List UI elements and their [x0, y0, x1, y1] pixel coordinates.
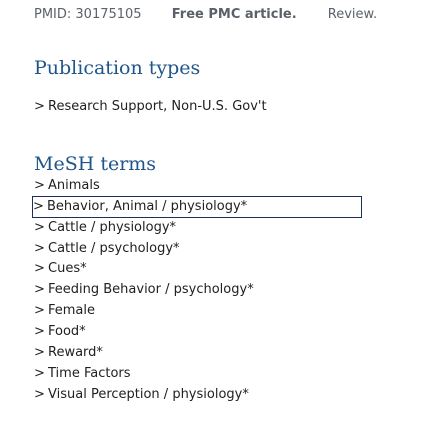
publication-types-heading: Publication types — [34, 57, 201, 79]
chevron-right-icon: > — [34, 99, 45, 114]
mesh-term-label: Female — [48, 303, 96, 318]
mesh-terms-heading: MeSH terms — [34, 153, 157, 175]
mesh-term-item[interactable]: > Female — [34, 301, 95, 321]
mesh-term-item[interactable]: > Reward* — [34, 343, 103, 363]
chevron-right-icon: > — [34, 387, 45, 402]
chevron-right-icon: > — [34, 241, 45, 256]
mesh-term-label: Behavior, Animal / physiology* — [47, 199, 248, 214]
publication-type-label: Research Support, Non-U.S. Gov't — [48, 99, 267, 114]
mesh-term-label: Feeding Behavior / psychology* — [48, 282, 254, 297]
chevron-right-icon: > — [34, 303, 45, 318]
chevron-right-icon: > — [34, 282, 45, 297]
chevron-right-icon: > — [34, 345, 45, 360]
mesh-term-item[interactable]: > Cattle / physiology* — [34, 218, 176, 238]
free-pmc-article-badge[interactable]: Free PMC article. — [172, 7, 297, 22]
chevron-right-icon: > — [34, 178, 45, 193]
mesh-term-label: Visual Perception / physiology* — [48, 387, 249, 402]
mesh-term-label: Cattle / psychology* — [48, 241, 180, 256]
mesh-term-label: Animals — [48, 178, 100, 193]
mesh-term-item[interactable]: > Cattle / psychology* — [34, 239, 180, 259]
chevron-right-icon: > — [34, 324, 45, 339]
chevron-right-icon: > — [34, 261, 45, 276]
mesh-term-item-focused[interactable]: > Behavior, Animal / physiology* — [32, 196, 362, 218]
mesh-term-label: Reward* — [48, 345, 103, 360]
chevron-right-icon: > — [34, 366, 45, 381]
mesh-term-item[interactable]: > Visual Perception / physiology* — [34, 385, 249, 405]
publication-type-item[interactable]: > Research Support, Non-U.S. Gov't — [34, 97, 267, 117]
chevron-right-icon: > — [34, 220, 45, 235]
mesh-term-item[interactable]: > Food* — [34, 322, 86, 342]
mesh-term-item[interactable]: > Feeding Behavior / psychology* — [34, 280, 254, 300]
mesh-term-label: Food* — [48, 324, 86, 339]
mesh-term-label: Cattle / physiology* — [48, 220, 177, 235]
mesh-term-label: Cues* — [48, 261, 87, 276]
pmid-label: PMID: 30175105 — [34, 7, 142, 22]
mesh-term-label: Time Factors — [48, 366, 131, 381]
review-label: Review. — [327, 7, 378, 22]
mesh-term-item[interactable]: > Cues* — [34, 259, 87, 279]
mesh-term-item[interactable]: > Animals — [34, 176, 100, 196]
citation-meta-row: PMID: 30175105 Free PMC article. Review. — [34, 7, 377, 22]
chevron-right-icon: > — [33, 199, 44, 214]
mesh-term-item[interactable]: > Time Factors — [34, 364, 131, 384]
